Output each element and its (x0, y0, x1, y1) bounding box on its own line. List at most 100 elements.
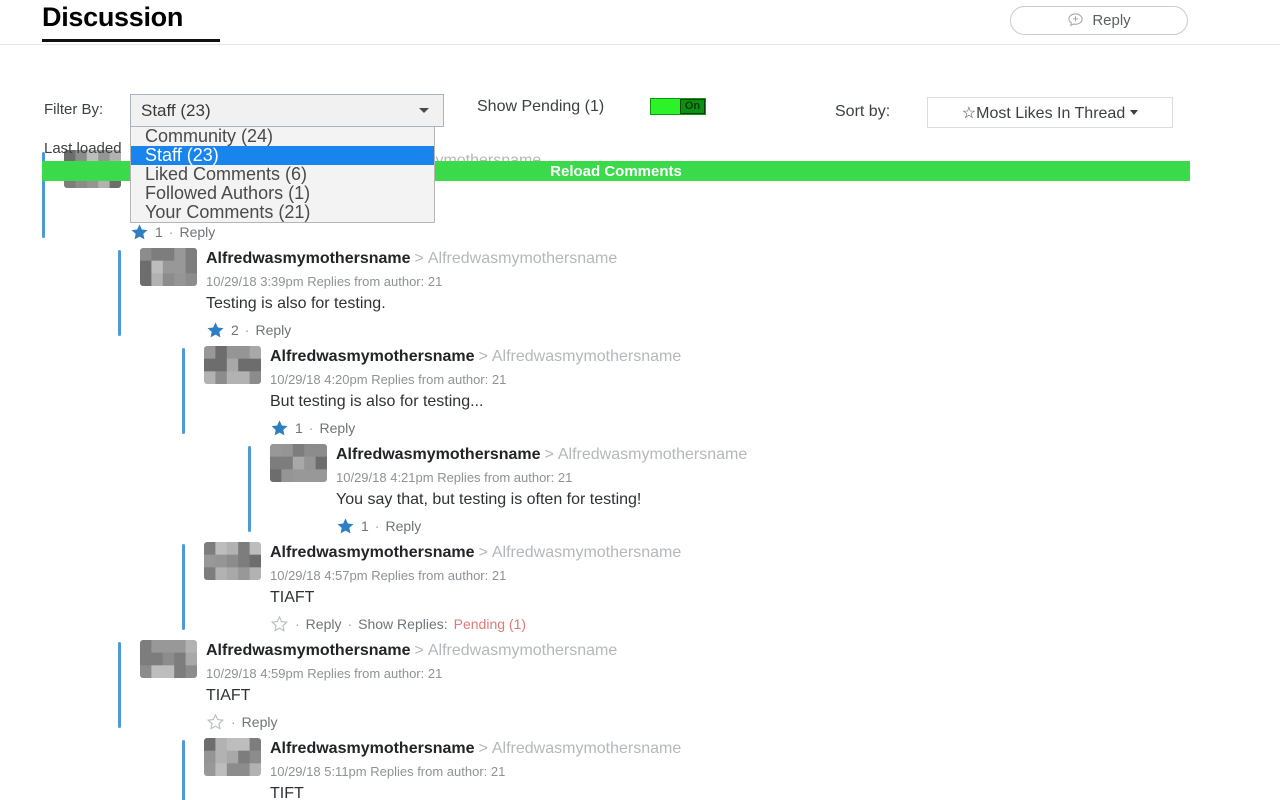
comment-item: Alfredwasmymothersname>Alfredwasmymother… (248, 442, 1280, 536)
filter-select-value: Staff (23) (141, 100, 211, 120)
comment-text: Testing is also for testing. (206, 295, 386, 312)
reply-link[interactable]: Reply (306, 614, 342, 634)
like-count: 1 (295, 420, 303, 436)
filter-option-3[interactable]: Followed Authors (1) (131, 184, 434, 203)
comment-item: Alfredwasmymothersname>Alfredwasmymother… (182, 736, 1280, 800)
comment-actions: · Reply (206, 707, 1280, 732)
action-separator: · (308, 420, 314, 436)
comment-item: Alfredwasmymothersname>Alfredwasmymother… (118, 638, 1280, 732)
comment-author[interactable]: Alfredwasmymothersname (270, 348, 475, 365)
comment-meta: 10/29/18 4:20pm Replies from author: 21 (270, 372, 507, 387)
star-filled-icon[interactable] (130, 223, 149, 242)
reply-button[interactable]: Reply (1010, 6, 1188, 35)
filter-option-list[interactable]: Community (24) Staff (23) Liked Comments (… (130, 127, 435, 223)
avatar (270, 444, 327, 482)
avatar (204, 346, 261, 384)
comment-author-row: Alfredwasmymothersname>Alfredwasmymother… (206, 249, 1280, 273)
sort-select-value: ☆Most Likes In Thread (961, 104, 1126, 122)
chevron-down-icon (1130, 110, 1139, 115)
thread-indent-line (182, 544, 185, 630)
comment-list: Alfredwasmymothersname>Alfredwasmymother… (0, 148, 1280, 800)
comment-body: Alfredwasmymothersname>Alfredwasmymother… (336, 444, 1280, 536)
reply-arrow-icon: > (478, 740, 488, 757)
comment-inner: Alfredwasmymothersname>Alfredwasmymother… (270, 442, 1280, 536)
comment-parent-author[interactable]: Alfredwasmymothersname (492, 348, 681, 365)
comment-body: Alfredwasmymothersname>Alfredwasmymother… (206, 640, 1280, 732)
star-filled-icon[interactable] (270, 419, 289, 438)
comment-author[interactable]: Alfredwasmymothersname (270, 544, 475, 561)
comment-text: But testing is also for testing... (270, 393, 484, 410)
star-filled-icon[interactable] (336, 517, 355, 536)
comment-body: Alfredwasmymothersname>Alfredwasmymother… (270, 346, 1280, 438)
comment-meta: 10/29/18 4:21pm Replies from author: 21 (336, 470, 573, 485)
comment-author[interactable]: Alfredwasmymothersname (206, 642, 411, 659)
avatar (140, 248, 197, 286)
action-separator: · (168, 224, 174, 240)
reply-link[interactable]: Reply (242, 712, 278, 732)
reply-button-label: Reply (1092, 12, 1131, 29)
reply-arrow-icon: > (544, 446, 554, 463)
comment-actions: 1 · Reply (336, 511, 1280, 536)
star-outline-icon[interactable] (270, 614, 289, 634)
filter-option-0[interactable]: Community (24) (131, 127, 434, 146)
comment-actions: 2 · Reply (206, 315, 1280, 340)
comment-item: Alfredwasmymothersname>Alfredwasmymother… (182, 540, 1280, 634)
comment-author-row: Alfredwasmymothersname>Alfredwasmymother… (206, 641, 1280, 665)
comment-author-row: Alfredwasmymothersname>Alfredwasmymother… (270, 347, 1280, 371)
star-filled-icon[interactable] (206, 321, 225, 340)
action-separator: · (347, 616, 353, 632)
sort-select[interactable]: ☆Most Likes In Thread (927, 97, 1173, 128)
thread-indent-line (182, 740, 185, 800)
show-pending-toggle[interactable]: On (650, 98, 706, 115)
show-pending-label: Show Pending (1) (477, 98, 605, 115)
filter-option-1[interactable]: Staff (23) (131, 146, 434, 165)
comment-author[interactable]: Alfredwasmymothersname (336, 446, 541, 463)
filter-option-4[interactable]: Your Comments (21) (131, 203, 434, 222)
filter-select[interactable]: Staff (23) (130, 94, 444, 127)
reply-link[interactable]: Reply (255, 320, 291, 340)
comment-text: You say that, but testing is often for t… (336, 491, 642, 508)
reply-arrow-icon: > (414, 642, 424, 659)
comment-parent-author[interactable]: Alfredwasmymothersname (492, 544, 681, 561)
comment-actions: · Reply · Show Replies: Pending (1) (270, 609, 1280, 634)
comment-meta: 10/29/18 5:11pm Replies from author: 21 (270, 764, 506, 779)
filter-by-label: Filter By: (44, 101, 104, 118)
reply-link[interactable]: Reply (385, 516, 421, 536)
reply-link[interactable]: Reply (179, 222, 215, 242)
thread-indent-line (118, 642, 121, 728)
comment-meta: 10/29/18 3:39pm Replies from author: 21 (206, 274, 443, 289)
comment-body: Alfredwasmymothersname>Alfredwasmymother… (206, 248, 1280, 340)
like-count: 1 (155, 224, 163, 240)
thread-indent-line (182, 348, 185, 434)
comment-parent-author[interactable]: Alfredwasmymothersname (558, 446, 747, 463)
comment-author[interactable]: Alfredwasmymothersname (270, 740, 475, 757)
action-separator: · (231, 714, 236, 730)
comment-body: Alfredwasmymothersname>Alfredwasmymother… (270, 542, 1280, 634)
comment-parent-author[interactable]: Alfredwasmymothersname (428, 250, 617, 267)
action-separator: · (295, 616, 300, 632)
avatar (140, 640, 197, 678)
comment-item: Alfredwasmymothersname>Alfredwasmymother… (118, 246, 1280, 340)
show-replies-link[interactable]: Show Replies: (358, 614, 448, 634)
comment-item: Alfredwasmymothersname>Alfredwasmymother… (182, 344, 1280, 438)
comment-parent-author[interactable]: Alfredwasmymothersname (428, 642, 617, 659)
comment-author-row: Alfredwasmymothersname>Alfredwasmymother… (270, 739, 1280, 763)
comment-inner: Alfredwasmymothersname>Alfredwasmymother… (204, 344, 1280, 438)
avatar (204, 542, 261, 580)
comment-meta: 10/29/18 4:57pm Replies from author: 21 (270, 568, 507, 583)
last-loaded-text: Last loaded (44, 140, 122, 157)
filter-option-2[interactable]: Liked Comments (6) (131, 165, 434, 184)
avatar (204, 738, 261, 776)
reply-arrow-icon: > (414, 250, 424, 267)
comment-parent-author[interactable]: Alfredwasmymothersname (492, 740, 681, 757)
action-separator: · (374, 518, 380, 534)
page-header: Discussion Reply (0, 0, 1280, 45)
comment-text: TIFT (270, 785, 304, 800)
comment-actions: 1 · Reply (270, 413, 1280, 438)
thread-indent-line (248, 446, 251, 532)
pending-count[interactable]: Pending (1) (454, 614, 526, 634)
comment-author[interactable]: Alfredwasmymothersname (206, 250, 411, 267)
reply-link[interactable]: Reply (319, 418, 355, 438)
reply-arrow-icon: > (478, 348, 488, 365)
star-outline-icon[interactable] (206, 712, 225, 732)
